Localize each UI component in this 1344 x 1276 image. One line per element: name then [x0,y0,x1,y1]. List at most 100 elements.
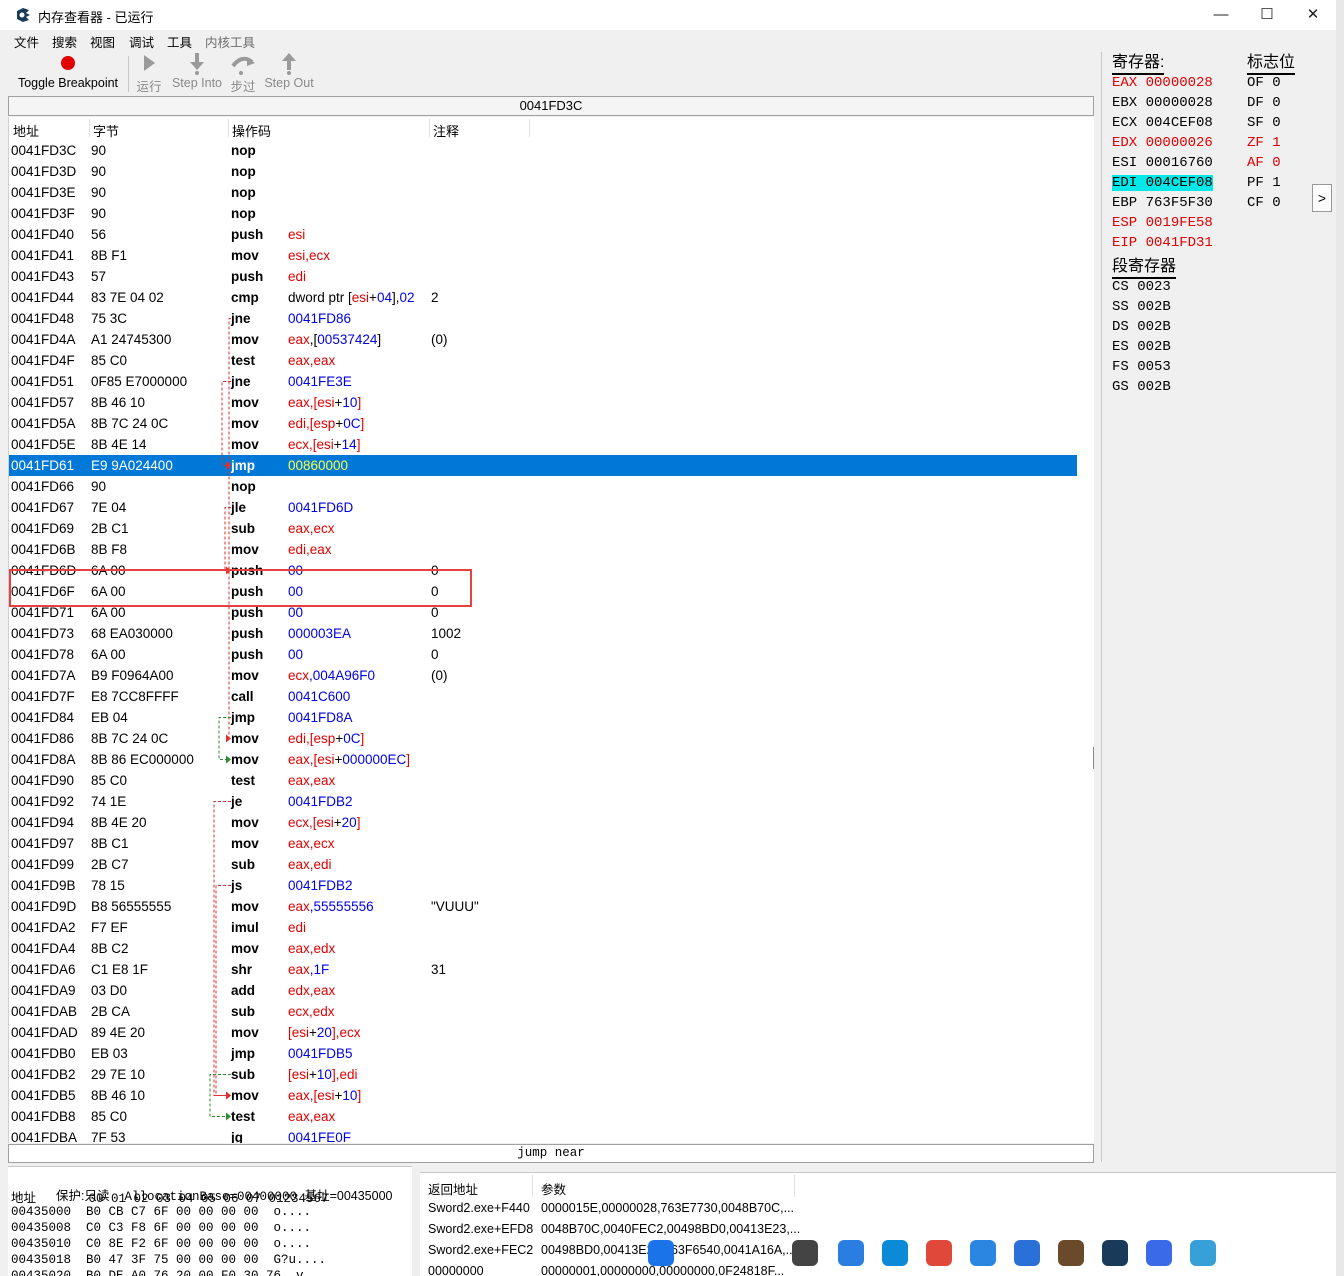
stack-row[interactable]: Sword2.exe+F440 0000015E,00000028,763E773… [420,1201,1336,1222]
expand-registers-button[interactable]: > [1312,184,1332,212]
disasm-row[interactable]: 0041FD41 8B F1 mov esi,ecx [9,245,1077,266]
step-into-button[interactable]: Step Into [168,52,226,94]
notes-icon[interactable] [1146,1240,1172,1266]
column-separator[interactable] [228,119,229,137]
task-view-icon[interactable] [792,1240,818,1266]
flag-of[interactable]: OF 0 [1247,75,1281,91]
column-address[interactable]: 地址 [13,121,39,140]
disasm-row[interactable]: 0041FDA4 8B C2 mov eax,edx [9,938,1077,959]
hex-line[interactable]: 00435018 B0 47 3F 75 00 00 00 00 G?u.... [11,1253,326,1267]
stack-header-params[interactable]: 参数 [541,1179,566,1198]
menu-file[interactable]: 文件 [14,32,39,51]
current-address-header[interactable]: 0041FD3C [8,96,1094,116]
disasm-row[interactable]: 0041FD92 74 1E je 0041FDB2 [9,791,1077,812]
disasm-row[interactable]: 0041FD44 83 7E 04 02 cmp dword ptr [esi+04]… [9,287,1077,308]
disasm-row[interactable]: 0041FD40 56 push esi [9,224,1077,245]
disasm-row[interactable]: 0041FD94 8B 4E 20 mov ecx,[esi+20] [9,812,1077,833]
register-esp[interactable]: ESP 0019FE58 [1112,215,1213,231]
register-ebx[interactable]: EBX 00000028 [1112,95,1213,111]
menu-debug[interactable]: 调试 [129,32,154,51]
minimize-button[interactable]: — [1198,0,1244,30]
disasm-row[interactable]: 0041FD4F 85 C0 test eax,eax [9,350,1077,371]
disasm-row[interactable]: 0041FD67 7E 04 jle 0041FD6D [9,497,1077,518]
disasm-row[interactable]: 0041FDB0 EB 03 jmp 0041FDB5 [9,1043,1077,1064]
close-button[interactable]: ✕ [1290,0,1336,30]
edge-copilot-icon[interactable] [838,1240,864,1266]
disasm-row[interactable]: 0041FDB2 29 7E 10 sub [esi+10],edi [9,1064,1077,1085]
step-over-button[interactable]: 步过 [228,52,258,94]
chrome-icon[interactable] [926,1240,952,1266]
column-separator[interactable] [532,1175,533,1197]
menu-view[interactable]: 视图 [90,32,115,51]
disasm-row[interactable]: 0041FD97 8B C1 mov eax,ecx [9,833,1077,854]
stack-header-return[interactable]: 返回地址 [428,1179,478,1198]
ie-icon[interactable] [1190,1240,1216,1266]
disasm-row[interactable]: 0041FD69 2B C1 sub eax,ecx [9,518,1077,539]
step-out-button[interactable]: Step Out [262,52,316,94]
column-comment[interactable]: 注释 [433,121,459,140]
disasm-row[interactable]: 0041FDBA 7F 53 jg 0041FE0F [9,1127,1077,1143]
hex-view[interactable]: 保护:只读 AllocationBase=00400000 基址=0043500… [8,1166,412,1276]
disasm-row[interactable]: 0041FD57 8B 46 10 mov eax,[esi+10] [9,392,1077,413]
disasm-row[interactable]: 0041FD3C 90 nop [9,140,1077,161]
feishu-icon[interactable] [1014,1240,1040,1266]
column-separator[interactable] [529,119,530,137]
hex-line[interactable]: 00435008 C0 C3 F8 6F 00 00 00 00 o.... [11,1221,311,1235]
cheat-engine-icon[interactable] [1102,1240,1128,1266]
register-eip[interactable]: EIP 0041FD31 [1112,235,1213,251]
edge-beta-icon[interactable] [970,1240,996,1266]
segment-cs[interactable]: CS 0023 [1112,279,1171,295]
disasm-row[interactable]: 0041FDA2 F7 EF imul edi [9,917,1077,938]
toggle-breakpoint-button[interactable]: Toggle Breakpoint [12,52,124,94]
disasm-row[interactable]: 0041FD9B 78 15 js 0041FDB2 [9,875,1077,896]
start-icon[interactable] [648,1240,674,1266]
disasm-row[interactable]: 0041FD5A 8B 7C 24 0C mov edi,[esp+0C] [9,413,1077,434]
disasm-row[interactable]: 0041FD43 57 push edi [9,266,1077,287]
disasm-row[interactable]: 0041FDA6 C1 E8 1F shr eax,1F 31 [9,959,1077,980]
disasm-row[interactable]: 0041FD5E 8B 4E 14 mov ecx,[esi+14] [9,434,1077,455]
disasm-row[interactable]: 0041FD51 0F85 E7000000 jne 0041FE3E [9,371,1077,392]
game-avatar-icon[interactable] [1058,1240,1084,1266]
hex-line[interactable]: 00435020 B0 DE A0 76 20 00 F0 30 76 v.. [11,1269,319,1276]
register-edx[interactable]: EDX 00000026 [1112,135,1213,151]
flag-cf[interactable]: CF 0 [1247,195,1281,211]
menu-search[interactable]: 搜索 [52,32,77,51]
column-separator[interactable] [89,119,90,137]
disasm-row[interactable]: 0041FD66 90 nop [9,476,1077,497]
disasm-row[interactable]: 0041FD6B 8B F8 mov edi,eax [9,539,1077,560]
disasm-row[interactable]: 0041FD90 85 C0 test eax,eax [9,770,1077,791]
maximize-button[interactable]: ☐ [1244,0,1290,30]
disasm-row[interactable]: 0041FD9D B8 56555555 mov eax,55555556 "VUUU" [9,896,1077,917]
disasm-row[interactable]: 0041FDAB 2B CA sub ecx,edx [9,1001,1077,1022]
column-separator[interactable] [429,119,430,137]
register-esi[interactable]: ESI 00016760 [1112,155,1213,171]
disasm-row[interactable]: 0041FDB8 85 C0 test eax,eax [9,1106,1077,1127]
segment-es[interactable]: ES 002B [1112,339,1171,355]
register-edi[interactable]: EDI 004CEF08 [1112,175,1213,191]
register-ebp[interactable]: EBP 763F5F30 [1112,195,1213,211]
flag-zf[interactable]: ZF 1 [1247,135,1281,151]
flag-sf[interactable]: SF 0 [1247,115,1281,131]
register-eax[interactable]: EAX 00000028 [1112,75,1213,91]
disasm-row[interactable]: 0041FD4A A1 24745300 mov eax,[00537424] (0) [9,329,1077,350]
disasm-row[interactable]: 0041FD86 8B 7C 24 0C mov edi,[esp+0C] [9,728,1077,749]
menu-kernel-tools[interactable]: 内核工具 [205,32,255,51]
disasm-row[interactable]: 0041FD99 2B C7 sub eax,edi [9,854,1077,875]
disasm-row[interactable]: 0041FD7F E8 7CC8FFFF call 0041C600 [9,686,1077,707]
disasm-row[interactable]: 0041FD78 6A 00 push 00 0 [9,644,1077,665]
disasm-row[interactable]: 0041FDA9 03 D0 add edx,eax [9,980,1077,1001]
segment-fs[interactable]: FS 0053 [1112,359,1171,375]
flag-af[interactable]: AF 0 [1247,155,1281,171]
disasm-row[interactable]: 0041FD73 68 EA030000 push 000003EA 1002 [9,623,1077,644]
disasm-row[interactable]: 0041FD48 75 3C jne 0041FD86 [9,308,1077,329]
flag-df[interactable]: DF 0 [1247,95,1281,111]
hex-line[interactable]: 00435010 C0 8E F2 6F 00 00 00 00 o.... [11,1237,311,1251]
column-bytes[interactable]: 字节 [93,121,119,140]
disasm-row[interactable]: 0041FD7A B9 F0964A00 mov ecx,004A96F0 (0) [9,665,1077,686]
run-button[interactable]: 运行 [134,52,164,94]
disasm-row[interactable]: 0041FD8A 8B 86 EC000000 mov eax,[esi+000000… [9,749,1077,770]
menu-tools[interactable]: 工具 [167,32,192,51]
disasm-row[interactable]: 0041FDAD 89 4E 20 mov [esi+20],ecx [9,1022,1077,1043]
disasm-row[interactable]: 0041FD3E 90 nop [9,182,1077,203]
disasm-row[interactable]: 0041FD84 EB 04 jmp 0041FD8A [9,707,1077,728]
